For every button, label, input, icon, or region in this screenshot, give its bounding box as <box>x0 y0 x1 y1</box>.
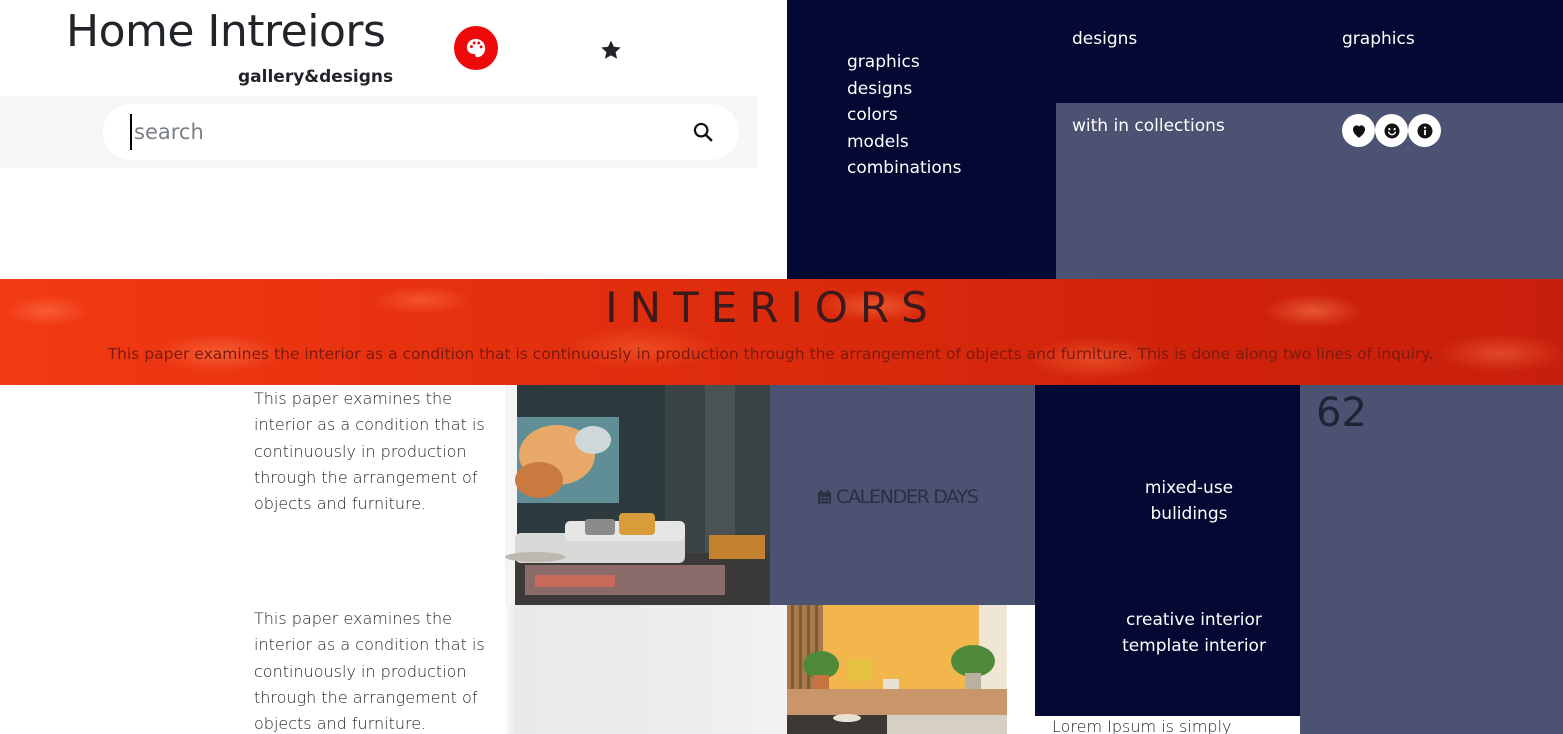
palette-button[interactable] <box>454 26 498 70</box>
palette-icon <box>466 38 486 58</box>
creative-line-1: creative interior <box>1126 610 1262 630</box>
intro-paragraph-1: This paper examines the interior as a co… <box>254 389 485 514</box>
creative-line-2: template interior <box>1122 636 1266 656</box>
menu-item-combinations[interactable]: combinations <box>847 155 961 182</box>
mixed-use-line-1: mixed-use <box>1144 478 1234 498</box>
counter-value: 62 <box>1316 390 1367 436</box>
smile-button[interactable] <box>1375 114 1408 147</box>
living-room-image <box>505 385 770 605</box>
menu-item-models[interactable]: models <box>847 129 961 156</box>
mixed-use-text: mixed-use bulidings <box>1135 475 1243 527</box>
counter-panel <box>1300 385 1563 734</box>
site-subtitle: gallery&designs <box>238 67 394 87</box>
star-icon[interactable] <box>599 38 623 62</box>
banner-title: INTERIORS <box>605 283 940 332</box>
menu-item-colors[interactable]: colors <box>847 102 961 129</box>
calendar-label: CALENDER DAYS <box>836 486 979 508</box>
menu-list: graphics designs colors models combinati… <box>847 49 961 182</box>
search-input[interactable] <box>130 114 670 150</box>
info-icon <box>1417 123 1432 138</box>
info-button[interactable] <box>1408 114 1441 147</box>
intro-paragraph-2: This paper examines the interior as a co… <box>254 609 485 734</box>
site-title: Home Intreiors <box>66 6 386 57</box>
search-icon[interactable] <box>692 121 714 143</box>
lorem-text: Lorem Ipsum is simply <box>1052 717 1232 734</box>
top-link-graphics[interactable]: graphics <box>1342 29 1415 49</box>
heart-icon <box>1352 124 1365 138</box>
top-link-designs[interactable]: designs <box>1072 29 1137 49</box>
calendar-days: CALENDER DAYS <box>817 486 979 508</box>
collections-label: with in collections <box>1072 116 1225 136</box>
calendar-icon <box>817 489 832 504</box>
creative-text: creative interior template interior <box>1118 607 1270 659</box>
buildings-panel <box>1035 385 1300 716</box>
mixed-use-line-2: bulidings <box>1150 504 1228 524</box>
menu-item-graphics[interactable]: graphics <box>847 49 961 76</box>
banner-text: This paper examines the interior as a co… <box>107 345 1434 363</box>
white-wall-image <box>505 605 787 734</box>
menu-item-designs[interactable]: designs <box>847 76 961 103</box>
yellow-room-image <box>787 605 1007 734</box>
heart-button[interactable] <box>1342 114 1375 147</box>
smile-icon <box>1384 123 1399 138</box>
